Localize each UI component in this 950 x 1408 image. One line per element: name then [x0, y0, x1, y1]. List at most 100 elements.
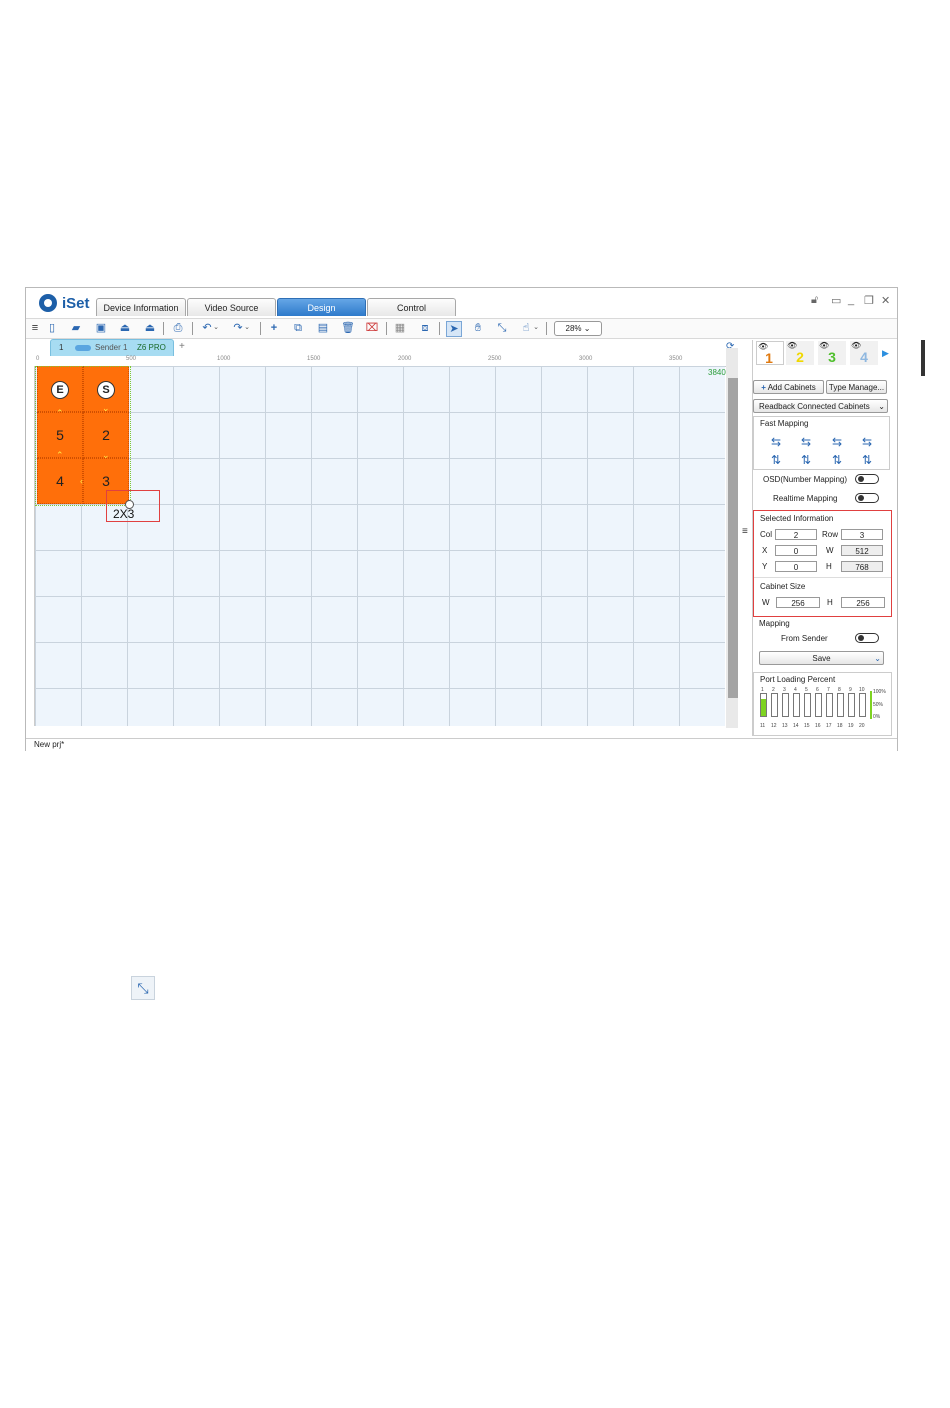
- map-snake-vertical-icon[interactable]: ⇅: [768, 452, 784, 468]
- realtime-toggle[interactable]: [855, 493, 879, 503]
- export-icon[interactable]: ⏏: [143, 321, 157, 335]
- project-name: New prj*: [34, 740, 65, 749]
- chevron-down-icon[interactable]: ⌄: [532, 321, 540, 335]
- load-scale-label: 100%: [873, 689, 886, 695]
- arrow-up-icon: ⌃: [56, 408, 64, 418]
- arrow-down-icon: ⌄: [102, 450, 110, 460]
- osd-toggle[interactable]: [855, 474, 879, 484]
- group-icon[interactable]: ▦: [393, 321, 407, 335]
- cabinet-size-title: Cabinet Size: [760, 582, 806, 591]
- monitor-icon[interactable]: ▭: [831, 294, 841, 307]
- delete-icon[interactable]: 🗑︎: [341, 321, 355, 335]
- grid-size-label: 2X3: [113, 507, 135, 521]
- import-icon[interactable]: ⏏: [118, 321, 132, 335]
- map-snake-vertical-icon[interactable]: ⇅: [829, 452, 845, 468]
- add-icon: +: [761, 383, 766, 392]
- ungroup-icon[interactable]: ⧈: [418, 321, 432, 335]
- map-snake-horizontal-icon[interactable]: ⇆: [829, 434, 845, 450]
- port-bar: [859, 693, 866, 717]
- map-snake-vertical-icon[interactable]: ⇅: [798, 452, 814, 468]
- save-button[interactable]: Save ⌄: [759, 651, 884, 665]
- port-bar: [771, 693, 778, 717]
- save-icon[interactable]: ▣: [94, 321, 108, 335]
- next-arrow-icon[interactable]: ▶: [882, 348, 889, 359]
- ruler-tick-label: 3500: [669, 356, 683, 362]
- sender-name: Sender 1: [95, 343, 128, 352]
- sender-tab[interactable]: 1 Sender 1 Z6 PRO: [50, 339, 174, 357]
- map-snake-horizontal-icon[interactable]: ⇆: [798, 434, 814, 450]
- design-canvas[interactable]: E S 5 2 4 3 ⌄ ⌄ ‹ ⌃ ⌃ 2X3: [35, 366, 725, 726]
- add-icon[interactable]: +: [267, 321, 281, 335]
- col-input[interactable]: 2: [775, 529, 817, 540]
- paste-icon[interactable]: ▤: [316, 321, 330, 335]
- copy-icon[interactable]: ⧉: [291, 321, 305, 335]
- add-sender-button[interactable]: +: [179, 341, 185, 352]
- canvas-scrollbar-thumb[interactable]: [728, 378, 738, 698]
- panel-splitter-icon[interactable]: ≡: [742, 526, 748, 537]
- port-bar-fill: [761, 699, 766, 716]
- h-label: H: [826, 562, 832, 571]
- port-label: 11: [760, 723, 766, 729]
- tab-video-source-settings[interactable]: Video Source Settings: [187, 298, 276, 331]
- mapping-title: Mapping: [759, 619, 790, 628]
- touch-icon[interactable]: ☝︎: [519, 321, 533, 335]
- toolbar-separator: [192, 322, 193, 335]
- tab-control[interactable]: Control: [367, 298, 456, 316]
- row-label: Row: [822, 530, 839, 539]
- readback-label: Readback Connected Cabinets: [759, 402, 870, 411]
- ruler-tick-label: 2500: [488, 356, 502, 362]
- clear-icon[interactable]: ⌧: [365, 321, 379, 335]
- zoom-select[interactable]: 28% ⌄: [554, 321, 602, 336]
- from-sender-toggle[interactable]: [855, 633, 879, 643]
- tab-design[interactable]: Design: [277, 298, 366, 316]
- port-bar: [815, 693, 822, 717]
- x-input[interactable]: 0: [775, 545, 817, 556]
- arrow-left-icon: ‹: [80, 476, 83, 486]
- y-input[interactable]: 0: [775, 561, 817, 572]
- port-tab-2[interactable]: 👁︎ 2: [786, 341, 814, 365]
- save-label: Save: [812, 654, 831, 663]
- map-snake-horizontal-icon[interactable]: ⇆: [859, 434, 875, 450]
- open-folder-icon[interactable]: ▰: [69, 321, 83, 335]
- print-icon[interactable]: ⎙: [171, 321, 185, 335]
- port-label: 14: [793, 723, 799, 729]
- panel-scrollbar[interactable]: [921, 340, 925, 376]
- select-pointer-icon[interactable]: ➤: [446, 321, 462, 337]
- port-tab-4[interactable]: 👁︎ 4: [850, 341, 878, 365]
- lock-icon[interactable]: 🔓︎: [811, 294, 818, 307]
- chevron-down-icon[interactable]: ⌄: [243, 321, 251, 335]
- port-bar: [760, 693, 767, 717]
- ruler-tick-label: 500: [126, 356, 137, 362]
- port-bar: [793, 693, 800, 717]
- port-tab-3[interactable]: 👁︎ 3: [818, 341, 846, 365]
- chevron-down-icon[interactable]: ⌄: [212, 321, 220, 335]
- end-marker: E: [51, 381, 69, 399]
- restore-icon[interactable]: ❐: [864, 294, 874, 307]
- new-file-icon[interactable]: ▯: [45, 321, 59, 335]
- close-icon[interactable]: ✕: [881, 294, 890, 307]
- map-snake-horizontal-icon[interactable]: ⇆: [768, 434, 784, 450]
- chevron-down-icon: ⌄: [874, 654, 881, 663]
- readback-cabinets-select[interactable]: Readback Connected Cabinets ⌄: [753, 399, 888, 413]
- map-snake-vertical-icon[interactable]: ⇅: [859, 452, 875, 468]
- tab-device-information[interactable]: Device Information: [96, 298, 186, 316]
- cabinet-number: 4: [56, 473, 64, 489]
- port-label: 16: [815, 723, 821, 729]
- port-tab-1[interactable]: 👁︎ 1: [756, 341, 784, 366]
- port-number: 1: [765, 350, 773, 366]
- port-bar: [804, 693, 811, 717]
- selected-info-highlight: Selected Information Col 2 Row 3 X 0 W 5…: [753, 510, 892, 617]
- port-number: 4: [860, 349, 868, 365]
- toolbar-separator: [260, 322, 261, 335]
- connect-cable-icon[interactable]: ⤡: [495, 321, 509, 335]
- pan-hand-icon[interactable]: ✋︎: [471, 321, 485, 335]
- cabinet-height-input[interactable]: 256: [841, 597, 885, 608]
- row-input[interactable]: 3: [841, 529, 883, 540]
- cabinet-width-input[interactable]: 256: [776, 597, 820, 608]
- chevron-down-icon: ⌄: [583, 324, 591, 333]
- minimize-icon[interactable]: _: [848, 294, 854, 306]
- type-manage-button[interactable]: Type Manage...: [826, 380, 887, 394]
- y-label: Y: [762, 562, 768, 571]
- menu-icon[interactable]: ≡: [28, 321, 42, 335]
- add-cabinets-button[interactable]: + Add Cabinets: [753, 380, 824, 394]
